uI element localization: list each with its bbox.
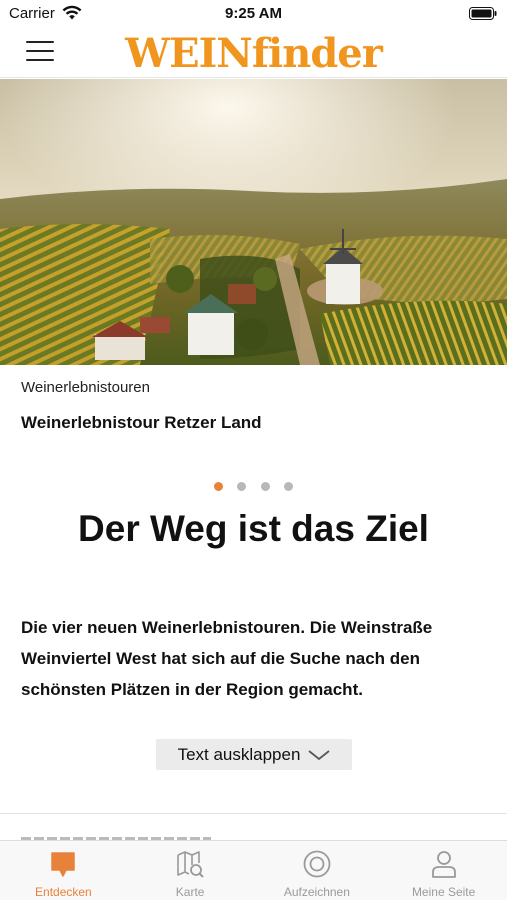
carousel-pager bbox=[0, 478, 507, 496]
tab-label: Aufzeichnen bbox=[283, 885, 350, 899]
article-title[interactable]: Weinerlebnistour Retzer Land bbox=[21, 413, 262, 433]
weinfinder-logo: WEINfinder bbox=[125, 30, 383, 77]
user-profile-icon bbox=[431, 851, 456, 878]
tab-label: Karte bbox=[175, 885, 205, 899]
expand-text-button[interactable]: Text ausklappen bbox=[156, 739, 352, 770]
vineyard-windmill-photo bbox=[0, 79, 507, 365]
tab-entdecken[interactable]: Entdecken bbox=[0, 841, 127, 900]
clock-time: 9:25 AM bbox=[225, 5, 282, 22]
tab-karte[interactable]: Karte bbox=[127, 841, 254, 900]
bottom-tab-bar: Entdecken Karte Aufzeichnen Meine Seite bbox=[0, 840, 507, 900]
article-category: Weinerlebnistouren bbox=[21, 379, 150, 396]
map-search-icon bbox=[177, 851, 204, 878]
tab-meine-seite[interactable]: Meine Seite bbox=[380, 841, 507, 900]
hero-image-vineyard[interactable] bbox=[0, 79, 507, 365]
record-target-icon bbox=[303, 850, 331, 878]
pager-dot-2[interactable] bbox=[237, 482, 247, 491]
speech-bubble-icon bbox=[51, 852, 76, 877]
navigation-bar: WEINfinder bbox=[0, 28, 507, 78]
chevron-down-icon bbox=[308, 749, 330, 760]
pager-dot-3[interactable] bbox=[260, 482, 270, 491]
tab-label: Meine Seite bbox=[411, 885, 476, 899]
content-headline: Der Weg ist das Ziel bbox=[78, 508, 429, 549]
section-divider bbox=[0, 813, 507, 814]
pager-dot-1[interactable] bbox=[213, 482, 223, 491]
tab-label: Entdecken bbox=[35, 885, 92, 899]
content-body: Die vier neuen Weinerlebnistouren. Die W… bbox=[21, 618, 433, 699]
expand-text-label: Text ausklappen bbox=[177, 744, 301, 764]
battery-icon bbox=[469, 7, 497, 20]
pager-dot-4[interactable] bbox=[284, 482, 294, 491]
tab-aufzeichnen[interactable]: Aufzeichnen bbox=[254, 841, 381, 900]
status-bar: Carrier 9:25 AM bbox=[0, 0, 507, 28]
